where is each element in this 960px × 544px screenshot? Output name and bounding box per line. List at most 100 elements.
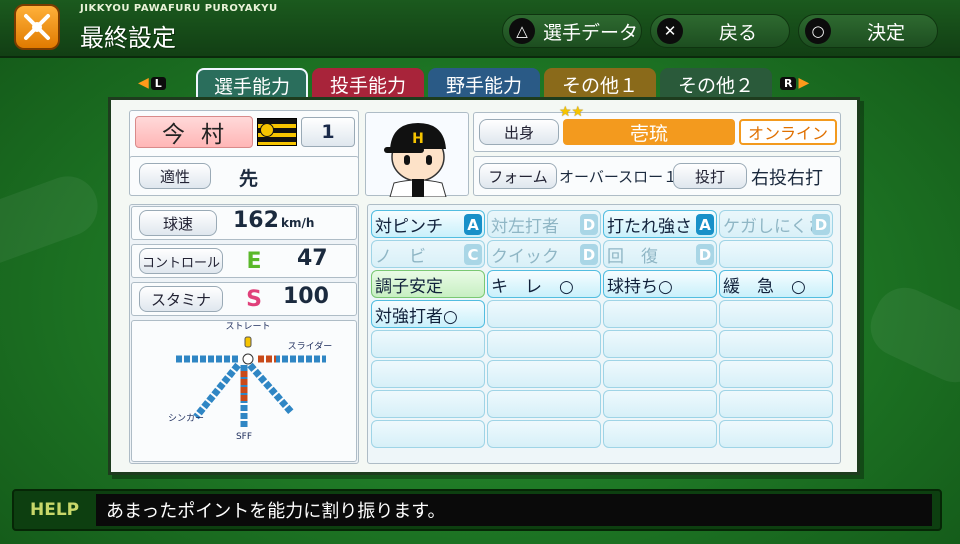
ability-label: 緩 急 ○ [723,276,806,297]
ability-slot[interactable] [719,390,833,418]
game-logo-icon [14,4,60,50]
origin-label: 出身 [479,119,559,145]
tab-player-ability[interactable]: 選手能力 [196,68,308,98]
ability-slot[interactable] [603,300,717,328]
ability-rank-badge: D [696,244,714,265]
tab-next-button[interactable]: R ▶ [778,73,828,93]
aptitude-label: 適性 [139,163,211,189]
ability-rank-badge: D [580,244,598,265]
svg-text:H: H [412,131,424,147]
ability-slot[interactable]: キ レ ○ [487,270,601,298]
ability-rank-badge: A [464,214,482,235]
tab-label: その他２ [677,74,754,97]
origin-value: 壱琉 [563,119,735,145]
throw-bat-value: 右投右打 [751,168,823,189]
ability-label: 対強打者○ [375,306,458,327]
ability-label: 打たれ強さ [607,216,692,237]
ability-slot[interactable] [719,300,833,328]
ability-label: 対左打者 [491,216,559,237]
tab-prev-button[interactable]: ◀ L [138,73,168,93]
help-text: あまったポイントを能力に割り振ります。 [96,494,932,526]
back-label: 戻る [719,21,758,44]
tab-bar: ◀ L 選手能力 投手能力 野手能力 その他１ その他２ R ▶ [138,68,828,98]
ability-rank-badge: D [580,214,598,235]
ability-slot[interactable] [487,390,601,418]
ability-rank-badge: C [464,244,482,265]
ability-slot[interactable]: 対ピンチ A [371,210,485,238]
chart-label-sinker: シンカー [168,413,204,424]
ability-slot[interactable]: 打たれ強さ A [603,210,717,238]
ability-slot[interactable]: 対左打者 D [487,210,601,238]
ability-slot[interactable] [371,360,485,388]
tab-other-1[interactable]: その他１ [544,68,656,98]
ability-slot[interactable]: 回 復D [603,240,717,268]
ability-slot[interactable] [371,420,485,448]
ability-label: ケガしにくさ [723,216,825,237]
ability-slot[interactable] [487,360,601,388]
top-bar: JIKKYOU PAWAFURU PUROYAKYU 最終設定 △ 選手データ … [0,0,960,58]
ability-slot[interactable] [603,330,717,358]
form-value: オーバースロー１ [559,168,679,186]
ability-label: ノ ビ [375,246,426,267]
aptitude-value: 先 [239,168,259,190]
ability-slot[interactable]: ケガしにくさ D [719,210,833,238]
player-data-button[interactable]: △ 選手データ [502,14,642,48]
cross-icon: ✕ [657,18,683,44]
tab-label: 投手能力 [329,74,406,97]
back-button[interactable]: ✕ 戻る [650,14,790,48]
player-panel: 今村 1 適性 先 H ★★ 出身 壱琉 オンライン フォーム オーバースロー１… [108,97,860,475]
ability-slot[interactable] [487,330,601,358]
ability-slot[interactable] [371,330,485,358]
game-title: JIKKYOU PAWAFURU PUROYAKYU [80,3,278,14]
background-stripe [0,167,107,273]
circle-icon: ○ [805,18,831,44]
player-name: 今村 [135,116,253,148]
control-label: コントロール [139,248,223,274]
arrow-left-icon: ◀ [138,75,149,91]
stamina-label: スタミナ [139,286,223,312]
chart-label-sff: SFF [236,432,252,442]
confirm-button[interactable]: ○ 決定 [798,14,938,48]
ability-slot[interactable] [719,420,833,448]
background-stripe [860,277,960,393]
ability-slot[interactable] [603,390,717,418]
speed-label: 球速 [139,210,217,236]
ability-slot[interactable]: 対強打者○ [371,300,485,328]
game-screen: JIKKYOU PAWAFURU PUROYAKYU 最終設定 △ 選手データ … [0,0,960,544]
throw-bat-label: 投打 [673,163,747,189]
control-value: 47 [297,246,328,271]
portrait-frame: H [365,112,469,198]
ability-slot[interactable] [603,420,717,448]
stamina-value: 100 [283,284,329,309]
speed-unit: km/h [281,216,315,230]
ability-slot[interactable] [371,390,485,418]
ability-slot[interactable]: ノ ビC [371,240,485,268]
ability-slot[interactable]: 調子安定 [371,270,485,298]
ability-rank-badge: A [696,214,714,235]
tab-pitcher-ability[interactable]: 投手能力 [312,68,424,98]
ability-slot[interactable] [487,300,601,328]
uniform-number: 1 [301,117,355,147]
ability-slot[interactable] [487,420,601,448]
chart-label-straight: ストレート [225,322,270,332]
ability-label: キ レ ○ [491,276,574,297]
ability-slot[interactable]: 緩 急 ○ [719,270,833,298]
page-title: 最終設定 [80,24,176,52]
ability-slot[interactable] [719,330,833,358]
ability-slot[interactable] [719,240,833,268]
ability-slot[interactable] [603,360,717,388]
tab-label: その他１ [561,74,638,97]
ability-rank-badge: D [812,214,830,235]
l-key-label: L [150,76,166,90]
ability-slot[interactable]: クイック D [487,240,601,268]
tab-other-2[interactable]: その他２ [660,68,772,98]
help-label: HELP [30,500,80,520]
stars-icon: ★★ [559,104,585,120]
help-bar: HELP あまったポイントを能力に割り振ります。 [12,489,942,531]
ability-slot[interactable]: 球持ち○ [603,270,717,298]
ability-slot[interactable] [719,360,833,388]
triangle-icon: △ [509,18,535,44]
ability-label: 球持ち○ [607,276,673,297]
ability-label: 回 復 [607,246,658,267]
tab-fielder-ability[interactable]: 野手能力 [428,68,540,98]
